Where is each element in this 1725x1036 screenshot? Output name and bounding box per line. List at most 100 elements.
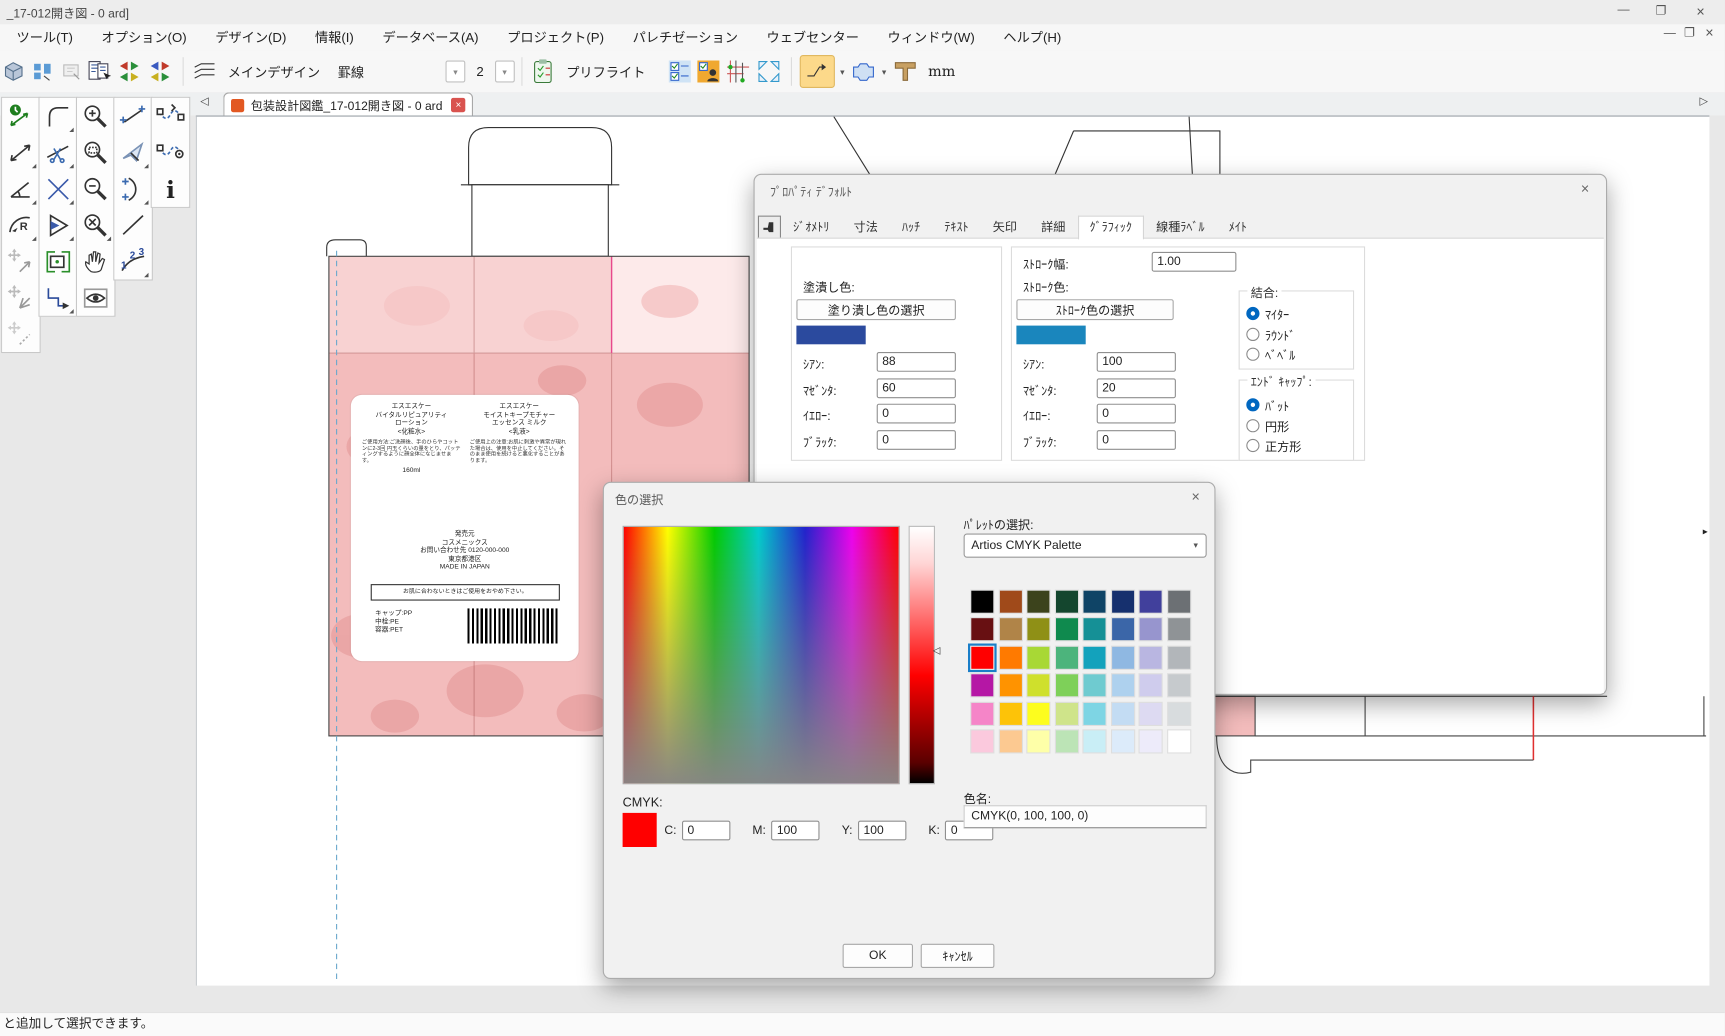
- menu-item-palletization[interactable]: パレチゼーション: [633, 24, 738, 50]
- join-radio-circle-2[interactable]: [1246, 348, 1259, 361]
- cap-radio-1[interactable]: 円形: [1240, 416, 1350, 436]
- palette-swatch-24[interactable]: [971, 674, 993, 696]
- scroll-marker-icon[interactable]: ▸: [1703, 526, 1708, 538]
- cap-radio-circle-2[interactable]: [1246, 439, 1259, 452]
- cap-radio-2[interactable]: 正方形: [1240, 437, 1350, 457]
- palette-swatch-32[interactable]: [971, 702, 993, 724]
- palette-swatch-23[interactable]: [1168, 647, 1190, 669]
- menu-item-tool[interactable]: ツール(T): [17, 24, 73, 50]
- cap-radio-circle-0[interactable]: [1246, 398, 1259, 411]
- tool-move-dashed-disabled[interactable]: [2, 316, 38, 352]
- join-radio-0[interactable]: ﾏｲﾀｰ: [1240, 305, 1350, 325]
- choose-fill-color-button[interactable]: 塗り潰し色の選択: [796, 299, 956, 320]
- palette-swatch-26[interactable]: [1027, 674, 1049, 696]
- color-dialog-close-icon[interactable]: ×: [1186, 488, 1206, 505]
- minimize-button[interactable]: —: [1608, 3, 1639, 16]
- stroke-row-input-3[interactable]: 0: [1097, 430, 1176, 450]
- stroke-row-input-1[interactable]: 20: [1097, 378, 1176, 398]
- menu-item-webcenter[interactable]: ウェブセンター: [767, 24, 859, 50]
- plumb-icon[interactable]: [892, 56, 918, 87]
- palette-swatch-44[interactable]: [1084, 730, 1106, 752]
- palette-swatch-20[interactable]: [1084, 647, 1106, 669]
- tab-scroll-left-icon[interactable]: ◁: [200, 96, 208, 108]
- palette-swatch-8[interactable]: [971, 619, 993, 641]
- maximize-button[interactable]: ❐: [1646, 3, 1677, 17]
- stroke-row-input-2[interactable]: 0: [1097, 404, 1176, 424]
- stroke-row-input-0[interactable]: 100: [1097, 352, 1176, 372]
- palette-swatch-16[interactable]: [971, 647, 993, 669]
- palette-swatch-28[interactable]: [1084, 674, 1106, 696]
- join-radio-2[interactable]: ﾍﾞﾍﾞﾙ: [1240, 345, 1350, 365]
- menu-item-database[interactable]: データベース(A): [382, 24, 478, 50]
- cancel-button[interactable]: ｷｬﾝｾﾙ: [921, 944, 995, 968]
- box-3d-icon[interactable]: [1, 56, 27, 87]
- menu-item-info[interactable]: 情報(I): [315, 24, 354, 50]
- line-direction-icon[interactable]: [799, 55, 834, 88]
- tool-measure-distance[interactable]: [2, 134, 38, 170]
- cap-radio-circle-1[interactable]: [1246, 419, 1259, 432]
- palette-swatch-30[interactable]: [1140, 674, 1162, 696]
- palette-swatch-0[interactable]: [971, 591, 993, 613]
- palette-swatch-45[interactable]: [1112, 730, 1134, 752]
- palette-swatch-11[interactable]: [1055, 619, 1077, 641]
- tool-zoom-out[interactable]: [77, 171, 113, 207]
- tool-measure-angle[interactable]: [2, 171, 38, 207]
- tool-info[interactable]: i: [152, 171, 188, 207]
- properties-dialog-close-icon[interactable]: ×: [1575, 180, 1595, 197]
- palette-swatch-21[interactable]: [1112, 647, 1134, 669]
- close-button[interactable]: ×: [1685, 3, 1716, 20]
- palette-swatch-2[interactable]: [1027, 591, 1049, 613]
- tool-line-tool[interactable]: [114, 207, 150, 243]
- tool-cross-intersect[interactable]: [40, 171, 76, 207]
- tab-close-button[interactable]: ×: [451, 98, 465, 112]
- mdi-restore-button[interactable]: ❐: [1679, 24, 1701, 39]
- prop-tab-5[interactable]: 詳細: [1029, 216, 1077, 240]
- document-tab[interactable]: 包装設計図鑑_17-012開き図 - 0 ard ×: [223, 92, 473, 116]
- shape-tool-icon[interactable]: [850, 56, 876, 87]
- tab-scroll-right-icon[interactable]: ▷: [1700, 96, 1708, 108]
- line-style-dropdown[interactable]: ▾: [495, 61, 515, 83]
- palette-swatch-9[interactable]: [999, 619, 1021, 641]
- palette-dropdown[interactable]: Artios CMYK Palette ▾: [964, 534, 1207, 558]
- palette-swatch-13[interactable]: [1112, 619, 1134, 641]
- palette-swatch-46[interactable]: [1140, 730, 1162, 752]
- tool-sequence-numbers[interactable]: 123: [114, 243, 150, 279]
- rebuild-arrows2-icon[interactable]: [146, 56, 175, 87]
- fill-row-input-0[interactable]: 88: [877, 352, 956, 372]
- prop-tab-4[interactable]: 矢印: [981, 216, 1029, 240]
- mdi-minimize-button[interactable]: —: [1659, 24, 1681, 39]
- palette-swatch-15[interactable]: [1168, 619, 1190, 641]
- palette-swatch-10[interactable]: [1027, 619, 1049, 641]
- prop-tab-7[interactable]: 線種ﾗﾍﾞﾙ: [1144, 216, 1217, 240]
- menu-item-help[interactable]: ヘルプ(H): [1003, 24, 1061, 50]
- tool-corner-arc[interactable]: [40, 98, 76, 134]
- join-radio-circle-0[interactable]: [1246, 307, 1259, 320]
- rebuild-arrows-icon[interactable]: [116, 56, 145, 87]
- tool-pan-hand[interactable]: [77, 243, 113, 279]
- pin-dialog-button[interactable]: [758, 216, 781, 239]
- palette-swatch-3[interactable]: [1055, 591, 1077, 613]
- fit-view-icon[interactable]: [754, 56, 783, 87]
- palette-swatch-39[interactable]: [1168, 702, 1190, 724]
- palette-swatch-29[interactable]: [1112, 674, 1134, 696]
- palette-swatch-35[interactable]: [1055, 702, 1077, 724]
- menu-item-project[interactable]: プロジェクト(P): [507, 24, 604, 50]
- palette-swatch-27[interactable]: [1055, 674, 1077, 696]
- palette-swatch-25[interactable]: [999, 674, 1021, 696]
- tool-measure-radius[interactable]: R: [2, 207, 38, 243]
- tool-add-arc[interactable]: [114, 171, 150, 207]
- cap-radio-0[interactable]: ﾊﾞｯﾄ: [1240, 396, 1350, 416]
- palette-swatch-12[interactable]: [1084, 619, 1106, 641]
- prop-tab-0[interactable]: ｼﾞｵﾒﾄﾘ: [781, 216, 842, 240]
- spec-sheet-icon[interactable]: [87, 56, 113, 87]
- tool-move-copy-disabled[interactable]: [2, 279, 38, 315]
- cmyk-field-input-0[interactable]: 0: [682, 821, 730, 841]
- fill-row-input-2[interactable]: 0: [877, 404, 956, 424]
- standards-icon[interactable]: [30, 56, 56, 87]
- cmyk-field-input-2[interactable]: 100: [858, 821, 906, 841]
- palette-swatch-47[interactable]: [1168, 730, 1190, 752]
- tool-select-box[interactable]: [40, 243, 76, 279]
- prop-tab-2[interactable]: ﾊｯﾁ: [890, 216, 932, 240]
- prop-tab-6[interactable]: ｸﾞﾗﾌｨｯｸ: [1077, 216, 1144, 240]
- tool-point-edit[interactable]: [152, 134, 188, 170]
